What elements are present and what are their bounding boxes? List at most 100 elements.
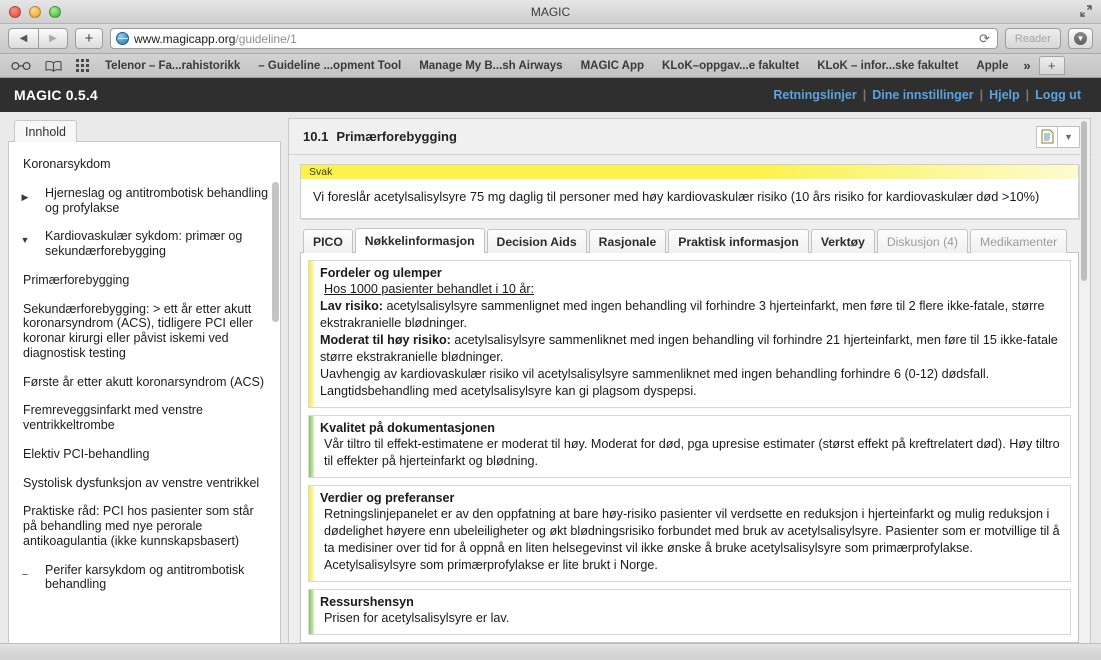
tab-nokkelinformasjon[interactable]: Nøkkelinformasjon <box>354 227 485 253</box>
document-icon[interactable] <box>1036 125 1058 148</box>
content-tabs: PICO Nøkkelinformasjon Decision Aids Ras… <box>300 227 1079 253</box>
tree-item-primaerforebygging[interactable]: Primærforebygging <box>9 266 280 295</box>
glasses-icon[interactable] <box>4 60 38 71</box>
tree-item-label: Sekundærforebygging: > ett år etter akut… <box>23 301 253 360</box>
tree-item-sekundaerforebygging[interactable]: Sekundærforebygging: > ett år etter akut… <box>9 295 280 368</box>
nav-link-logg-ut[interactable]: Logg ut <box>1029 88 1087 102</box>
section-line: Moderat til høy risiko: acetylsalisylsyr… <box>320 332 1058 364</box>
window-title: MAGIC <box>530 4 571 19</box>
section-heading: Kvalitet på dokumentasjonen <box>320 420 495 435</box>
section-kvalitet-pa-dokumentasjonen: Kvalitet på dokumentasjonen Vår tiltro t… <box>308 414 1071 478</box>
workspace: Innhold Koronarsykdom ▶ Hjerneslag og an… <box>0 112 1101 657</box>
url-text: www.magicapp.org/guideline/1 <box>134 31 297 46</box>
tree-item-label: Fremreveggsinfarkt med venstre ventrikke… <box>23 403 203 432</box>
new-tab-button[interactable]: + <box>75 28 103 49</box>
fullscreen-icon[interactable] <box>1079 4 1093 18</box>
tree-item-praktiske-rad[interactable]: Praktiske råd: PCI hos pasienter som stå… <box>9 497 280 555</box>
app-header: MAGIC 0.5.4 Retningslinjer | Dine innsti… <box>0 78 1101 112</box>
address-bar[interactable]: www.magicapp.org/guideline/1 ⟳ <box>110 28 998 49</box>
app-brand: MAGIC 0.5.4 <box>14 87 98 103</box>
tree-item-label: Første år etter akutt koronarsyndrom (AC… <box>23 374 265 389</box>
tree-item-label: Elektiv PCI-behandling <box>23 446 150 461</box>
book-icon[interactable] <box>38 60 69 72</box>
section-verdier-og-preferanser: Verdier og preferanser Retningslinjepane… <box>308 484 1071 582</box>
tree-item-koronarsykdom[interactable]: Koronarsykdom <box>9 150 280 179</box>
section-heading: Ressurshensyn <box>320 594 414 609</box>
content-scrollbar[interactable] <box>1080 119 1089 656</box>
tab-medikamenter[interactable]: Medikamenter <box>969 228 1068 253</box>
nav-link-hjelp[interactable]: Hjelp <box>983 88 1026 102</box>
sidebar: Innhold Koronarsykdom ▶ Hjerneslag og an… <box>0 112 281 657</box>
section-ressurshensyn: Ressurshensyn Prisen for acetylsalisylsy… <box>308 588 1071 635</box>
filter-dropdown-icon[interactable]: ▼ <box>1058 125 1080 148</box>
tree-item-label: Kardiovaskulær sykdom: primær og sekundæ… <box>45 229 243 258</box>
download-icon[interactable]: ▼ <box>1068 28 1093 49</box>
sidebar-scrollbar[interactable] <box>272 182 279 322</box>
section-line: Uavhengig av kardiovaskulær risiko vil a… <box>320 366 990 381</box>
recommendation-box: Svak Vi foreslår acetylsalisylsyre 75 mg… <box>300 164 1079 219</box>
bookmark-item[interactable]: Telenor – Fa...rahistorikk <box>96 60 249 72</box>
content-scrollbar-thumb[interactable] <box>1081 121 1087 281</box>
section-line: Langtidsbehandling med acetylsalisylsyre… <box>320 383 697 398</box>
tab-rasjonale[interactable]: Rasjonale <box>588 228 667 253</box>
app-nav: Retningslinjer | Dine innstillinger | Hj… <box>767 88 1087 102</box>
chevron-right-icon[interactable]: ▶ <box>15 186 35 203</box>
navigation-buttons: ◀ ▶ <box>8 28 68 49</box>
tree-item-forste-ar-acs[interactable]: Første år etter akutt koronarsyndrom (AC… <box>9 368 280 397</box>
strength-badge: Svak <box>301 165 1078 179</box>
bookmark-item[interactable]: – Guideline ...opment Tool <box>249 60 410 72</box>
bookmark-item[interactable]: KLoK–oppgav...e fakultet <box>653 60 808 72</box>
window-titlebar: MAGIC <box>0 0 1101 24</box>
back-arrow-icon[interactable]: ◀ <box>8 28 38 49</box>
collapse-minus-icon[interactable]: − <box>15 563 35 582</box>
section-heading: Verdier og preferanser <box>320 490 455 505</box>
tree-item-label: Koronarsykdom <box>23 157 111 171</box>
tab-innhold[interactable]: Innhold <box>14 120 78 142</box>
tree-item-label: Praktiske råd: PCI hos pasienter som stå… <box>23 504 254 548</box>
content-header: 10.1 Primærforebygging ▼ <box>289 119 1090 155</box>
tab-pico[interactable]: PICO <box>303 228 353 253</box>
tree-item-elektiv-pci[interactable]: Elektiv PCI-behandling <box>9 440 280 469</box>
section-lead: Hos 1000 pasienter behandlet i 10 år: <box>324 281 535 296</box>
reload-icon[interactable]: ⟳ <box>979 31 992 47</box>
main-column: 10.1 Primærforebygging ▼ Svak Vi foreslå… <box>281 112 1101 657</box>
tree-item-label: Perifer karsykdom og antitrombotisk beha… <box>45 562 245 592</box>
bookmark-item[interactable]: Manage My B...sh Airways <box>410 60 571 72</box>
site-globe-icon <box>116 32 129 45</box>
section-body: Prisen for acetylsalisylsyre er lav. <box>324 610 510 625</box>
grid-icon[interactable] <box>69 59 96 72</box>
bookmark-item[interactable]: Apple <box>967 60 1017 72</box>
nav-link-dine-innstillinger[interactable]: Dine innstillinger <box>866 88 979 102</box>
tree-item-label: Systolisk dysfunksjon av venstre ventrik… <box>23 475 260 490</box>
chevron-down-icon[interactable]: ▼ <box>15 229 35 246</box>
nav-link-retningslinjer[interactable]: Retningslinjer <box>767 88 862 102</box>
tree-item-perifer-karsykdom[interactable]: − Perifer karsykdom og antitrombotisk be… <box>9 556 280 600</box>
section-body: Retningslinjepanelet er av den oppfatnin… <box>324 506 1060 572</box>
forward-arrow-icon[interactable]: ▶ <box>38 28 68 49</box>
content-card: 10.1 Primærforebygging ▼ Svak Vi foreslå… <box>288 118 1091 657</box>
tab-panel-nokkelinformasjon: Fordeler og ulemper Hos 1000 pasienter b… <box>300 251 1079 643</box>
tree-item-hjerneslag[interactable]: ▶ Hjerneslag og antitrombotisk behandlin… <box>9 179 280 223</box>
tab-praktisk-informasjon[interactable]: Praktisk informasjon <box>668 228 809 253</box>
reader-button[interactable]: Reader <box>1004 28 1061 49</box>
tree-item-label: Primærforebygging <box>23 272 130 287</box>
bookmark-item[interactable]: KLoK – infor...ske fakultet <box>808 60 967 72</box>
chevron-down-icon: ▼ <box>1064 131 1073 142</box>
bookmarks-overflow-icon[interactable]: » <box>1017 58 1036 73</box>
section-fordeler-og-ulemper: Fordeler og ulemper Hos 1000 pasienter b… <box>308 259 1071 408</box>
section-number: 10.1 <box>303 129 329 144</box>
tree-item-kardiovaskulaer[interactable]: ▼ Kardiovaskulær sykdom: primær og sekun… <box>9 222 280 266</box>
tree-item-label: Hjerneslag og antitrombotisk behandling … <box>45 185 269 215</box>
tab-diskusjon[interactable]: Diskusjon (4) <box>876 228 968 253</box>
content-tree: Koronarsykdom ▶ Hjerneslag og antitrombo… <box>8 141 281 652</box>
bookmark-item[interactable]: MAGIC App <box>572 60 653 72</box>
browser-toolbar: ◀ ▶ + www.magicapp.org/guideline/1 ⟳ Rea… <box>0 24 1101 54</box>
content-body: Svak Vi foreslår acetylsalisylsyre 75 mg… <box>289 155 1090 656</box>
tree-item-systolisk-dysfunksjon[interactable]: Systolisk dysfunksjon av venstre ventrik… <box>9 469 280 498</box>
tab-verktoy[interactable]: Verktøy <box>810 228 875 253</box>
tab-decision-aids[interactable]: Decision Aids <box>486 228 587 253</box>
add-tab-button[interactable]: + <box>1038 56 1065 75</box>
page-viewport: MAGIC 0.5.4 Retningslinjer | Dine innsti… <box>0 78 1101 657</box>
tree-item-fremreveggsinfarkt[interactable]: Fremreveggsinfarkt med venstre ventrikke… <box>9 396 280 440</box>
recommendation-text: Vi foreslår acetylsalisylsyre 75 mg dagl… <box>313 189 1040 204</box>
